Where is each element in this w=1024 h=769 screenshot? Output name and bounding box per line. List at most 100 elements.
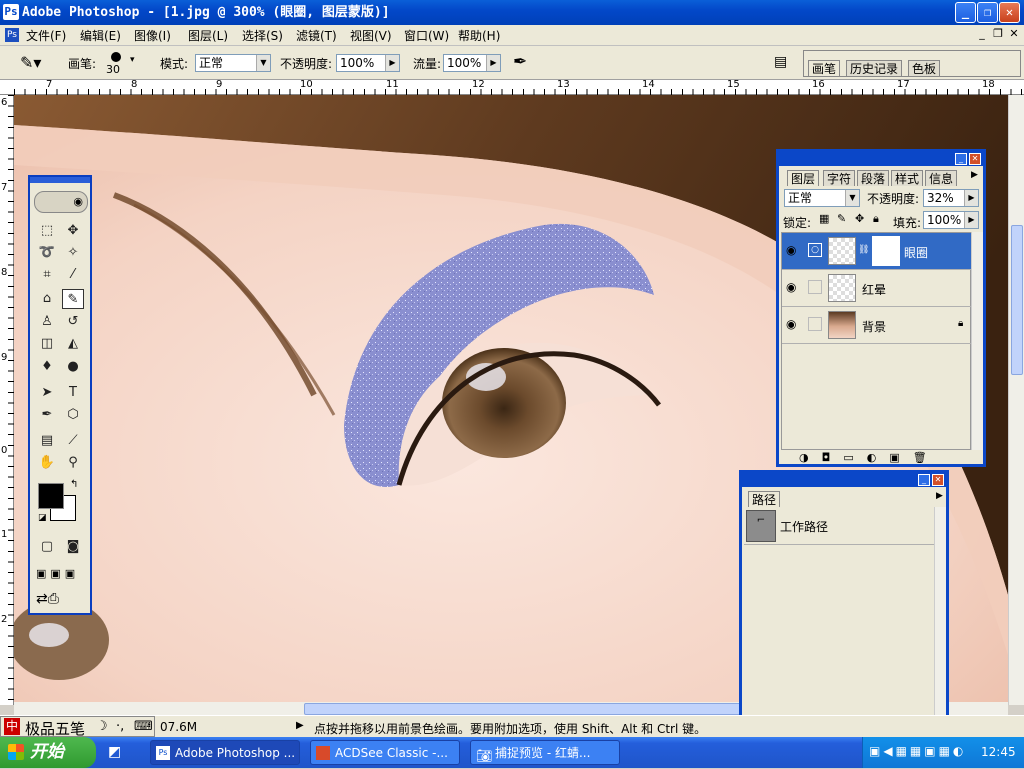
new-layer-icon[interactable]: ▣ xyxy=(889,451,912,464)
tab-character[interactable]: 字符 xyxy=(823,170,856,186)
lock-all-icon[interactable]: 🔒︎ xyxy=(873,212,879,226)
eraser-tool-icon[interactable]: ◫ xyxy=(36,334,58,354)
airbrush-icon[interactable]: ✒ xyxy=(513,52,527,72)
eyedropper-tool-icon[interactable]: ⟋ xyxy=(62,431,84,451)
restore-button[interactable]: ❐ xyxy=(977,2,998,23)
menu-image[interactable]: 图像(I) xyxy=(134,27,171,44)
lasso-tool-icon[interactable]: ➰ xyxy=(36,243,58,263)
paint-bucket-tool-icon[interactable]: ◭ xyxy=(62,334,84,354)
layer-style-icon[interactable]: ◑ xyxy=(799,451,822,464)
status-arrow-icon[interactable]: ▶ xyxy=(296,720,304,731)
foreground-color-swatch[interactable] xyxy=(38,483,64,509)
panel-minimize-button[interactable]: _ xyxy=(918,474,930,486)
opacity-input[interactable]: 100% ▶ xyxy=(336,54,400,72)
layer-row[interactable]: ◉ 背景 🔒︎ xyxy=(782,307,972,344)
delete-layer-icon[interactable]: 🗑︎ xyxy=(913,451,940,464)
tab-styles[interactable]: 样式 xyxy=(891,170,924,186)
menu-help[interactable]: 帮助(H) xyxy=(458,27,500,44)
tab-info[interactable]: 信息 xyxy=(925,170,958,186)
doc-minimize-button[interactable]: _ xyxy=(974,27,990,43)
task-acdsee[interactable]: ACDSee Classic -... xyxy=(310,740,460,765)
menu-filter[interactable]: 滤镜(T) xyxy=(296,27,337,44)
lock-pixels-icon[interactable]: ✎ xyxy=(837,212,846,225)
layer-opacity-arrow-icon[interactable]: ▶ xyxy=(964,190,978,206)
brush-dropdown-icon[interactable]: ▾ xyxy=(130,55,135,65)
blend-mode-select[interactable]: 正常 ▼ xyxy=(784,189,860,207)
layer-opacity-input[interactable]: 32% ▶ xyxy=(923,189,979,207)
tray-icons[interactable]: ▣◀▦▦▣▦◐ xyxy=(869,744,966,758)
move-tool-icon[interactable]: ✥ xyxy=(62,221,84,241)
tab-paths[interactable]: 路径 xyxy=(748,491,781,507)
healing-brush-tool-icon[interactable]: ⌂ xyxy=(36,289,58,309)
document-size[interactable]: 07.6M xyxy=(160,720,197,734)
close-button[interactable]: ✕ xyxy=(999,2,1020,23)
menu-select[interactable]: 选择(S) xyxy=(242,27,283,44)
opacity-arrow-icon[interactable]: ▶ xyxy=(385,55,399,71)
panel-menu-arrow-icon[interactable]: ▶ xyxy=(971,170,978,180)
layer-mask-link-icon[interactable]: ○ xyxy=(808,243,822,257)
task-photoshop[interactable]: Ps Adobe Photoshop ... xyxy=(150,740,300,765)
file-browser-icon[interactable]: ▤ xyxy=(774,54,787,70)
brush-preview[interactable]: 30 xyxy=(104,50,128,78)
toolbox-titlebar[interactable] xyxy=(30,177,90,183)
layer-row[interactable]: ◉ ○ ⛓ 眼圈 xyxy=(782,233,972,270)
marquee-tool-icon[interactable]: ⬚ xyxy=(36,221,58,241)
new-set-icon[interactable]: ▭ xyxy=(843,451,866,464)
path-selection-tool-icon[interactable]: ➤ xyxy=(36,383,58,403)
zoom-tool-icon[interactable]: ⚲ xyxy=(62,453,84,473)
path-row[interactable]: ⌐ 工作路径 xyxy=(744,507,934,545)
menu-layer[interactable]: 图层(L) xyxy=(188,27,228,44)
task-capture-preview[interactable]: 📷︎ 捕捉预览 - 红蜻... xyxy=(470,740,620,765)
clone-stamp-tool-icon[interactable]: ♙ xyxy=(36,312,58,332)
menu-file[interactable]: 文件(F) xyxy=(26,27,66,44)
blur-tool-icon[interactable]: ♦ xyxy=(36,357,58,377)
flow-arrow-icon[interactable]: ▶ xyxy=(486,55,500,71)
visibility-eye-icon[interactable]: ◉ xyxy=(786,243,796,257)
screen-mode-icon[interactable]: ▣▣▣ xyxy=(36,567,79,580)
lock-transparency-icon[interactable]: ▦ xyxy=(819,212,829,225)
fill-arrow-icon[interactable]: ▶ xyxy=(964,212,978,228)
visibility-eye-icon[interactable]: ◉ xyxy=(786,280,796,294)
layers-scrollbar[interactable] xyxy=(971,232,983,450)
brush-tool-preset-icon[interactable]: ✎▾ xyxy=(20,53,48,73)
doc-restore-button[interactable]: ❐ xyxy=(990,27,1006,43)
paths-panel-titlebar[interactable]: _ ✕ xyxy=(742,473,946,487)
horizontal-scroll-thumb[interactable] xyxy=(304,703,814,715)
standard-mode-icon[interactable]: ▢ xyxy=(36,537,58,557)
tab-paragraph[interactable]: 段落 xyxy=(857,170,890,186)
tab-brushes[interactable]: 画笔 xyxy=(808,60,841,76)
panel-close-button[interactable]: ✕ xyxy=(932,474,944,486)
jump-to-imageready-icon[interactable]: ⇄⎙ xyxy=(36,591,59,607)
layer-link-box[interactable] xyxy=(808,317,822,331)
blend-mode-dropdown-icon[interactable]: ▼ xyxy=(845,190,859,206)
ime-punct-icon[interactable]: ·, xyxy=(116,719,124,734)
chain-link-icon[interactable]: ⛓ xyxy=(858,245,869,255)
ime-fullwidth-icon[interactable]: ☽ xyxy=(96,719,108,734)
flow-input[interactable]: 100% ▶ xyxy=(443,54,501,72)
swap-colors-icon[interactable]: ↰ xyxy=(70,479,78,490)
photoshop-app-icon[interactable]: Ps xyxy=(3,4,19,20)
tab-swatches[interactable]: 色板 xyxy=(908,60,941,76)
start-button[interactable]: 开始 xyxy=(0,737,96,768)
panel-minimize-button[interactable]: _ xyxy=(955,153,967,165)
doc-close-button[interactable]: ✕ xyxy=(1006,27,1022,43)
ime-bar[interactable]: 中 极品五笔 ☽ ·, ⌨ xyxy=(0,716,155,738)
add-mask-icon[interactable]: ◘ xyxy=(822,451,844,464)
layer-link-box[interactable] xyxy=(808,280,822,294)
default-colors-icon[interactable]: ◪ xyxy=(38,513,47,523)
menu-view[interactable]: 视图(V) xyxy=(350,27,392,44)
dodge-tool-icon[interactable]: ● xyxy=(62,357,84,377)
show-desktop-icon[interactable]: ◩ xyxy=(108,744,121,760)
shape-tool-icon[interactable]: ⬡ xyxy=(62,405,84,425)
menu-edit[interactable]: 编辑(E) xyxy=(80,27,121,44)
hand-tool-icon[interactable]: ✋ xyxy=(36,453,58,473)
notes-tool-icon[interactable]: ▤ xyxy=(36,431,58,451)
crop-tool-icon[interactable]: ⌗ xyxy=(36,265,58,285)
vertical-scroll-thumb[interactable] xyxy=(1011,225,1023,375)
brush-tool-icon[interactable]: ✎ xyxy=(62,289,84,309)
history-brush-tool-icon[interactable]: ↺ xyxy=(62,312,84,332)
panel-close-button[interactable]: ✕ xyxy=(969,153,981,165)
ime-keyboard-icon[interactable]: ⌨ xyxy=(134,719,153,734)
lock-position-icon[interactable]: ✥ xyxy=(855,212,864,225)
mode-dropdown-icon[interactable]: ▼ xyxy=(256,55,270,71)
